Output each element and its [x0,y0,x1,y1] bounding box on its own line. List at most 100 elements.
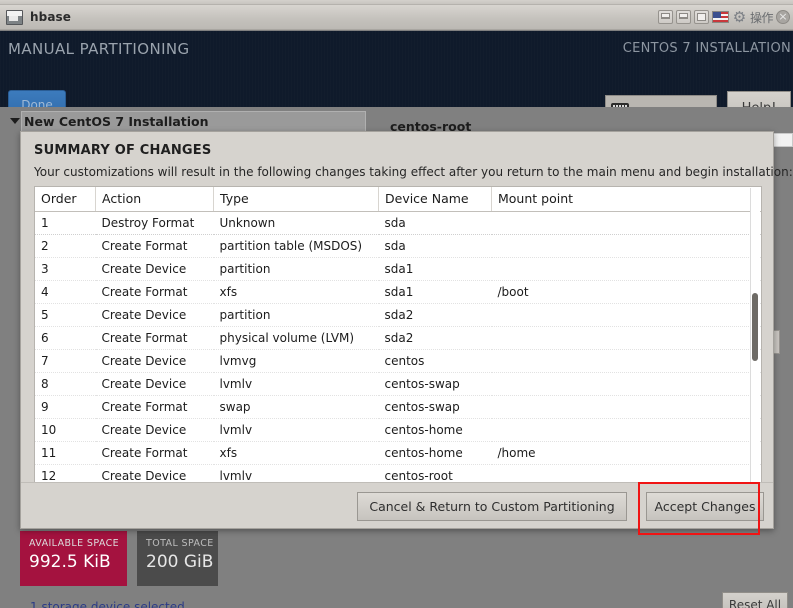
installer-header: MANUAL PARTITIONING CENTOS 7 INSTALLATIO… [0,31,793,127]
available-space-caption: AVAILABLE SPACE [29,538,120,549]
cell-mount-point: /boot [491,280,761,304]
cell-device-name: sda2 [378,303,492,327]
cell-mount-point [491,349,761,373]
cell-order: 5 [35,303,96,327]
cell-action: Create Device [95,372,214,396]
cell-action: Create Format [95,441,214,465]
storage-device-note[interactable]: 1 storage device selected [30,600,185,608]
reset-all-button[interactable]: Reset All [722,592,788,608]
changes-table-head: Order Action Type Device Name Mount poin… [35,187,761,212]
product-title: CENTOS 7 INSTALLATION [622,41,791,56]
dialog-title: SUMMARY OF CHANGES [34,143,212,158]
table-row[interactable]: 8 Create Device lvmlv centos-swap [35,372,761,396]
changes-table-scrollbar-thumb[interactable] [752,293,758,361]
accept-changes-button[interactable]: Accept Changes [646,492,764,521]
cell-action: Create Device [95,303,214,327]
minimize-icon[interactable] [675,10,691,24]
table-row[interactable]: 9 Create Format swap centos-swap [35,395,761,419]
cell-order: 1 [35,211,96,235]
cell-order: 9 [35,395,96,419]
cell-type: lvmvg [213,349,379,373]
cell-mount-point [491,303,761,327]
table-row[interactable]: 4 Create Format xfs sda1/boot [35,280,761,304]
changes-table-body: 1 Destroy Format Unknown sda 2 Create Format p… [35,211,761,482]
cell-order: 4 [35,280,96,304]
cell-type: xfs [213,441,379,465]
page-title: MANUAL PARTITIONING [8,40,190,58]
cell-device-name: centos-home [378,441,492,465]
cancel-return-button[interactable]: Cancel & Return to Custom Partitioning [357,492,627,521]
cell-type: lvmlv [213,418,379,442]
close-icon[interactable]: × [776,10,790,24]
us-flag-icon[interactable] [711,11,729,23]
window-menu-label[interactable]: 操作 [750,9,774,26]
cell-mount-point [491,372,761,396]
table-row[interactable]: 3 Create Device partition sda1 [35,257,761,281]
cell-mount-point [491,234,761,258]
installation-group-text: New CentOS 7 Installation [24,114,209,129]
column-header-device-name[interactable]: Device Name [378,187,492,212]
cell-action: Create Format [95,395,214,419]
column-header-action[interactable]: Action [95,187,214,212]
changes-table-container: Order Action Type Device Name Mount poin… [34,186,762,483]
cell-device-name: centos-swap [378,372,492,396]
column-header-order[interactable]: Order [35,187,96,212]
dialog-description: Your customizations will result in the f… [34,165,793,179]
cell-order: 3 [35,257,96,281]
available-space-value: 992.5 KiB [29,552,111,572]
terminal-icon [6,9,23,25]
cell-order: 7 [35,349,96,373]
changes-table-scrollbar[interactable] [750,188,760,482]
window-title: hbase [30,10,72,24]
cell-mount-point [491,257,761,281]
changes-table-header-row: Order Action Type Device Name Mount poin… [35,187,761,212]
cell-order: 6 [35,326,96,350]
cell-device-name: sda2 [378,326,492,350]
cell-action: Destroy Format [95,211,214,235]
dialog-button-bar: Cancel & Return to Custom Partitioning A… [21,482,773,528]
total-space-box: TOTAL SPACE 200 GiB [137,531,218,586]
chevron-down-icon [10,118,20,124]
cell-action: Create Device [95,464,214,482]
cell-device-name: centos-root [378,464,492,482]
table-row[interactable]: 1 Destroy Format Unknown sda [35,211,761,235]
cell-mount-point: /home [491,441,761,465]
window-titlebar: hbase ⚙ 操作 × [0,5,793,30]
cell-device-name: sda1 [378,280,492,304]
cell-action: Create Format [95,280,214,304]
cell-type: swap [213,395,379,419]
application-window: hbase ⚙ 操作 × MANUAL PARTITIONING CENTOS … [0,0,793,608]
cell-action: Create Device [95,257,214,281]
cell-order: 2 [35,234,96,258]
restore-icon[interactable] [657,10,673,24]
cell-device-name: centos-home [378,418,492,442]
cell-order: 12 [35,464,96,482]
space-summary: AVAILABLE SPACE 992.5 KiB TOTAL SPACE 20… [20,531,218,586]
cell-action: Create Device [95,418,214,442]
table-row[interactable]: 5 Create Device partition sda2 [35,303,761,327]
gear-icon[interactable]: ⚙ [732,9,747,25]
changes-table: Order Action Type Device Name Mount poin… [35,187,761,482]
table-row[interactable]: 11 Create Format xfs centos-home/home [35,441,761,465]
cell-type: partition [213,303,379,327]
cell-order: 11 [35,441,96,465]
cell-order: 10 [35,418,96,442]
table-row[interactable]: 2 Create Format partition table (MSDOS) sda [35,234,761,258]
installation-group-label[interactable]: New CentOS 7 Installation [10,114,209,129]
cell-action: Create Device [95,349,214,373]
table-row[interactable]: 10 Create Device lvmlv centos-home [35,418,761,442]
table-row[interactable]: 6 Create Format physical volume (LVM) sda2 [35,326,761,350]
cell-device-name: centos [378,349,492,373]
total-space-caption: TOTAL SPACE [146,538,214,549]
cell-action: Create Format [95,326,214,350]
column-header-type[interactable]: Type [213,187,379,212]
cell-order: 8 [35,372,96,396]
table-row[interactable]: 12 Create Device lvmlv centos-root [35,464,761,482]
total-space-value: 200 GiB [146,552,214,572]
maximize-icon[interactable] [693,10,709,24]
cell-type: partition [213,257,379,281]
column-header-mount-point[interactable]: Mount point [491,187,761,212]
cell-type: lvmlv [213,372,379,396]
table-row[interactable]: 7 Create Device lvmvg centos [35,349,761,373]
summary-of-changes-dialog: SUMMARY OF CHANGES Your customizations w… [20,131,793,529]
